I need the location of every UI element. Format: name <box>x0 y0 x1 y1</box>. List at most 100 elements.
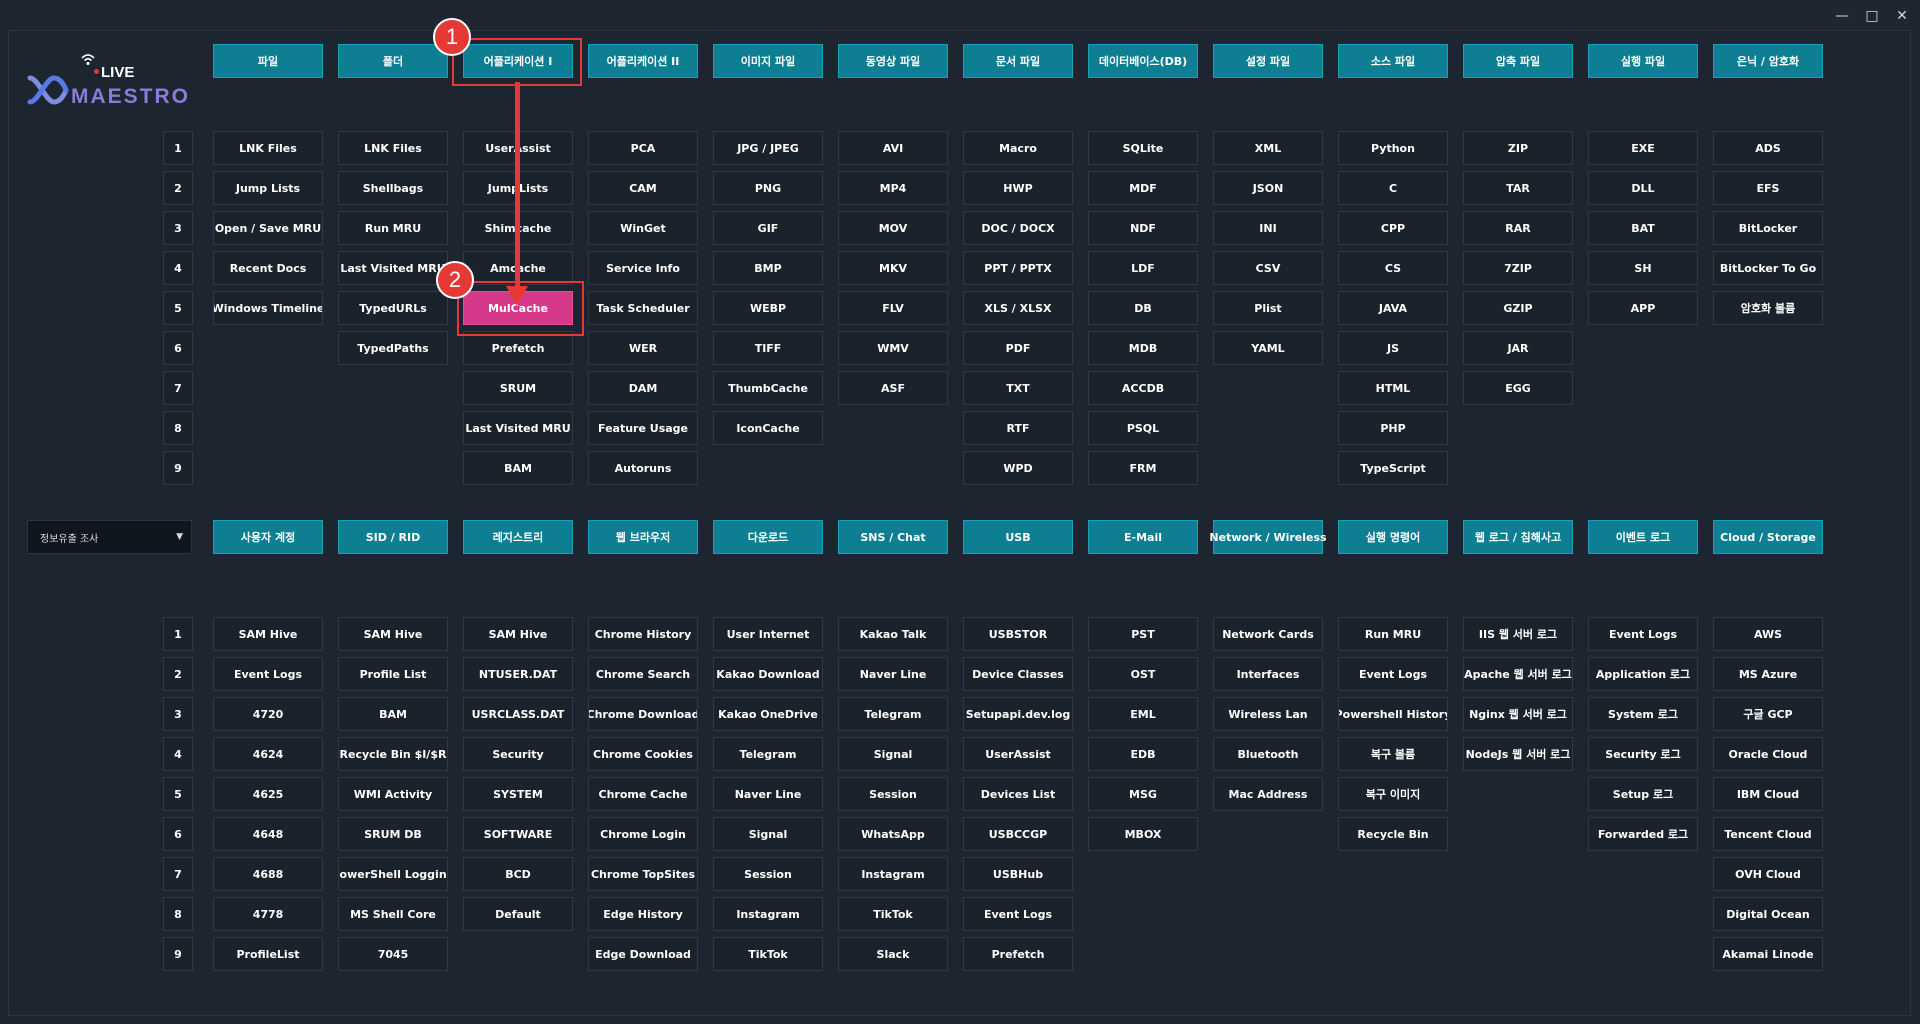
top-artifact-app[interactable]: APP <box>1588 291 1698 325</box>
top-category-tab-11[interactable]: 압축 파일 <box>1463 44 1573 78</box>
bottom-artifact-event-logs[interactable]: Event Logs <box>1588 617 1698 651</box>
top-artifact-open-save-mru[interactable]: Open / Save MRU <box>213 211 323 245</box>
bottom-artifact-kakao-talk[interactable]: Kakao Talk <box>838 617 948 651</box>
bottom-artifact-chrome-search[interactable]: Chrome Search <box>588 657 698 691</box>
bottom-category-tab-7[interactable]: USB <box>963 520 1073 554</box>
bottom-artifact-sam-hive[interactable]: SAM Hive <box>463 617 573 651</box>
top-artifact-typedpaths[interactable]: TypedPaths <box>338 331 448 365</box>
bottom-artifact-software[interactable]: SOFTWARE <box>463 817 573 851</box>
bottom-artifact-security[interactable]: Security 로그 <box>1588 737 1698 771</box>
top-artifact-java[interactable]: JAVA <box>1338 291 1448 325</box>
top-artifact-dam[interactable]: DAM <box>588 371 698 405</box>
top-artifact-bmp[interactable]: BMP <box>713 251 823 285</box>
top-category-tab-6[interactable]: 동영상 파일 <box>838 44 948 78</box>
top-category-tab-1[interactable]: 파일 <box>213 44 323 78</box>
top-category-tab-4[interactable]: 어플리케이션 II <box>588 44 698 78</box>
bottom-artifact-ovh-cloud[interactable]: OVH Cloud <box>1713 857 1823 891</box>
bottom-artifact-item[interactable]: 복구 볼륨 <box>1338 737 1448 771</box>
bottom-artifact-edb[interactable]: EDB <box>1088 737 1198 771</box>
top-artifact-mp4[interactable]: MP4 <box>838 171 948 205</box>
top-artifact-avi[interactable]: AVI <box>838 131 948 165</box>
top-artifact-asf[interactable]: ASF <box>838 371 948 405</box>
top-artifact-sqlite[interactable]: SQLite <box>1088 131 1198 165</box>
top-artifact-ini[interactable]: INI <box>1213 211 1323 245</box>
top-artifact-xml[interactable]: XML <box>1213 131 1323 165</box>
bottom-category-tab-3[interactable]: 레지스트리 <box>463 520 573 554</box>
bottom-artifact-ms-azure[interactable]: MS Azure <box>1713 657 1823 691</box>
bottom-artifact-wmi-activity[interactable]: WMI Activity <box>338 777 448 811</box>
bottom-artifact-chrome-download[interactable]: Chrome Download <box>588 697 698 731</box>
top-artifact-rar[interactable]: RAR <box>1463 211 1573 245</box>
top-artifact-json[interactable]: JSON <box>1213 171 1323 205</box>
top-artifact-run-mru[interactable]: Run MRU <box>338 211 448 245</box>
bottom-artifact-nginx[interactable]: Nginx 웹 서버 로그 <box>1463 697 1573 731</box>
bottom-artifact-userassist[interactable]: UserAssist <box>963 737 1073 771</box>
bottom-artifact-network-cards[interactable]: Network Cards <box>1213 617 1323 651</box>
top-artifact-bat[interactable]: BAT <box>1588 211 1698 245</box>
bottom-artifact-user-internet[interactable]: User Internet <box>713 617 823 651</box>
bottom-artifact-chrome-cache[interactable]: Chrome Cache <box>588 777 698 811</box>
top-artifact-python[interactable]: Python <box>1338 131 1448 165</box>
bottom-artifact-mac-address[interactable]: Mac Address <box>1213 777 1323 811</box>
bottom-category-tab-11[interactable]: 웹 로그 / 침해사고 <box>1463 520 1573 554</box>
top-artifact-ppt-pptx[interactable]: PPT / PPTX <box>963 251 1073 285</box>
top-artifact-cam[interactable]: CAM <box>588 171 698 205</box>
top-artifact-item[interactable]: 암호화 볼륨 <box>1713 291 1823 325</box>
bottom-artifact-kakao-onedrive[interactable]: Kakao OneDrive <box>713 697 823 731</box>
bottom-artifact-telegram[interactable]: Telegram <box>713 737 823 771</box>
bottom-artifact-powershell-logging[interactable]: PowerShell Logging <box>338 857 448 891</box>
top-artifact-ndf[interactable]: NDF <box>1088 211 1198 245</box>
top-artifact-srum[interactable]: SRUM <box>463 371 573 405</box>
bottom-artifact-usrclass-dat[interactable]: USRCLASS.DAT <box>463 697 573 731</box>
bottom-artifact-naver-line[interactable]: Naver Line <box>838 657 948 691</box>
top-artifact-db[interactable]: DB <box>1088 291 1198 325</box>
bottom-artifact-powershell-history[interactable]: Powershell History <box>1338 697 1448 731</box>
bottom-artifact-4625[interactable]: 4625 <box>213 777 323 811</box>
bottom-artifact-run-mru[interactable]: Run MRU <box>1338 617 1448 651</box>
investigation-type-dropdown[interactable]: 정보유출 조사 ▼ <box>27 520 192 554</box>
bottom-artifact-oracle-cloud[interactable]: Oracle Cloud <box>1713 737 1823 771</box>
top-artifact-exe[interactable]: EXE <box>1588 131 1698 165</box>
bottom-artifact-chrome-history[interactable]: Chrome History <box>588 617 698 651</box>
top-artifact-autoruns[interactable]: Autoruns <box>588 451 698 485</box>
bottom-artifact-signal[interactable]: Signal <box>838 737 948 771</box>
top-artifact-winget[interactable]: WinGet <box>588 211 698 245</box>
top-artifact-mdb[interactable]: MDB <box>1088 331 1198 365</box>
bottom-artifact-sam-hive[interactable]: SAM Hive <box>338 617 448 651</box>
top-artifact-typedurls[interactable]: TypedURLs <box>338 291 448 325</box>
bottom-artifact-setup[interactable]: Setup 로그 <box>1588 777 1698 811</box>
bottom-artifact-item[interactable]: 복구 이미지 <box>1338 777 1448 811</box>
bottom-artifact-bam[interactable]: BAM <box>338 697 448 731</box>
bottom-artifact-instagram[interactable]: Instagram <box>838 857 948 891</box>
top-artifact-tiff[interactable]: TIFF <box>713 331 823 365</box>
top-artifact-plist[interactable]: Plist <box>1213 291 1323 325</box>
top-artifact-hwp[interactable]: HWP <box>963 171 1073 205</box>
bottom-artifact-ms-shell-core[interactable]: MS Shell Core <box>338 897 448 931</box>
bottom-artifact-chrome-login[interactable]: Chrome Login <box>588 817 698 851</box>
bottom-category-tab-5[interactable]: 다운로드 <box>713 520 823 554</box>
top-artifact-js[interactable]: JS <box>1338 331 1448 365</box>
bottom-artifact-telegram[interactable]: Telegram <box>838 697 948 731</box>
bottom-category-tab-4[interactable]: 웹 브라우저 <box>588 520 698 554</box>
top-artifact-shellbags[interactable]: Shellbags <box>338 171 448 205</box>
top-artifact-dll[interactable]: DLL <box>1588 171 1698 205</box>
bottom-artifact-edge-history[interactable]: Edge History <box>588 897 698 931</box>
bottom-artifact-gcp[interactable]: 구글 GCP <box>1713 697 1823 731</box>
top-artifact-accdb[interactable]: ACCDB <box>1088 371 1198 405</box>
top-category-tab-8[interactable]: 데이터베이스(DB) <box>1088 44 1198 78</box>
bottom-category-tab-12[interactable]: 이벤트 로그 <box>1588 520 1698 554</box>
top-artifact-jpg-jpeg[interactable]: JPG / JPEG <box>713 131 823 165</box>
top-artifact-wmv[interactable]: WMV <box>838 331 948 365</box>
bottom-artifact-4624[interactable]: 4624 <box>213 737 323 771</box>
top-category-tab-7[interactable]: 문서 파일 <box>963 44 1073 78</box>
top-artifact-pdf[interactable]: PDF <box>963 331 1073 365</box>
bottom-artifact-msg[interactable]: MSG <box>1088 777 1198 811</box>
bottom-artifact-4720[interactable]: 4720 <box>213 697 323 731</box>
bottom-artifact-recycle-bin[interactable]: Recycle Bin <box>1338 817 1448 851</box>
bottom-artifact-bluetooth[interactable]: Bluetooth <box>1213 737 1323 771</box>
bottom-artifact-application[interactable]: Application 로그 <box>1588 657 1698 691</box>
bottom-artifact-aws[interactable]: AWS <box>1713 617 1823 651</box>
bottom-artifact-usbstor[interactable]: USBSTOR <box>963 617 1073 651</box>
top-artifact-c[interactable]: C <box>1338 171 1448 205</box>
top-artifact-egg[interactable]: EGG <box>1463 371 1573 405</box>
